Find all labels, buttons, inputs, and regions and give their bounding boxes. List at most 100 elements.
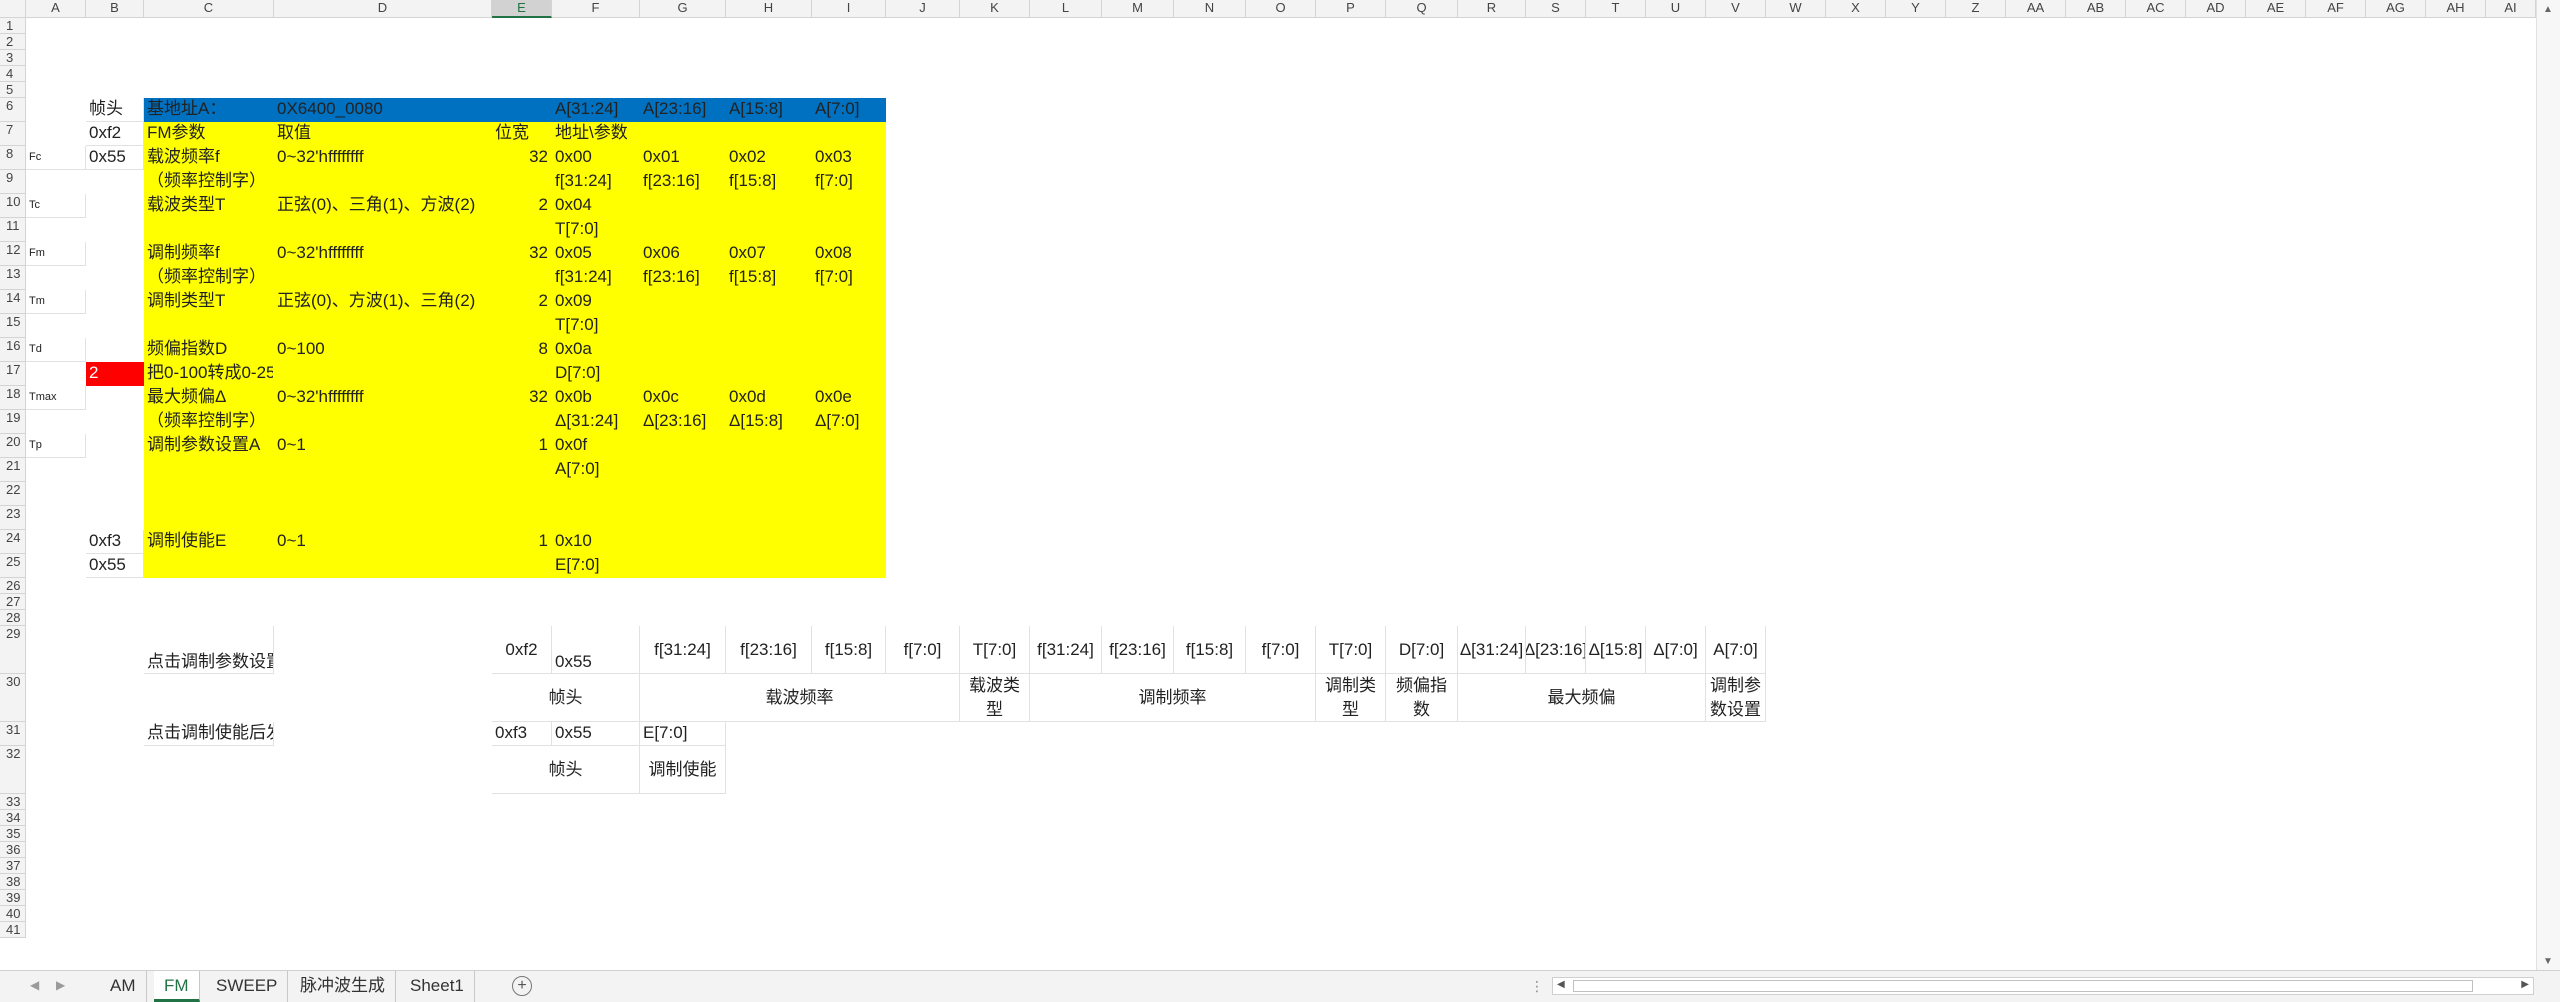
cell-e29[interactable]: 0xf2	[492, 626, 552, 674]
fill-cell[interactable]	[812, 482, 886, 506]
fill-cell[interactable]	[640, 290, 726, 314]
tab-split-handle-icon[interactable]: ⋮	[1530, 978, 1544, 995]
fill-cell[interactable]	[726, 434, 812, 458]
column-header-u[interactable]: U	[1646, 0, 1706, 18]
cell-f7[interactable]: 地址\参数	[552, 122, 640, 146]
cell-e24[interactable]: 1	[492, 530, 552, 554]
fill-cell[interactable]	[726, 506, 812, 530]
next-sheet-icon[interactable]: ▶	[56, 978, 65, 992]
cell-c13[interactable]: （频率控制字）	[144, 266, 274, 290]
cell-r29[interactable]: Δ[31:24]	[1458, 626, 1526, 674]
column-header-l[interactable]: L	[1030, 0, 1102, 18]
cell-l29[interactable]: f[31:24]	[1030, 626, 1102, 674]
cell-c18[interactable]: 最大频偏Δ	[144, 386, 274, 410]
fill-cell[interactable]	[812, 218, 886, 242]
column-header-x[interactable]: X	[1826, 0, 1886, 18]
row-header-21[interactable]: 21	[0, 458, 26, 482]
fill-cell[interactable]	[726, 458, 812, 482]
cell-f16[interactable]: 0x0a	[552, 338, 640, 362]
fill-cell[interactable]	[726, 314, 812, 338]
cell-d14[interactable]: 正弦(0)、方波(1)、三角(2)	[274, 290, 492, 314]
column-header-a[interactable]: A	[26, 0, 86, 18]
cell-c19[interactable]: （频率控制字）	[144, 410, 274, 434]
cell-e8[interactable]: 32	[492, 146, 552, 170]
row-header-37[interactable]: 37	[0, 858, 26, 874]
cell-a8[interactable]: Fc	[26, 146, 86, 170]
cell-b7[interactable]: 0xf2	[86, 122, 144, 146]
fill-cell[interactable]	[274, 410, 492, 434]
column-header-t[interactable]: T	[1586, 0, 1646, 18]
cell-c29[interactable]: 点击调制参数设置后发送	[144, 626, 274, 674]
cell-e10[interactable]: 2	[492, 194, 552, 218]
cell-e14[interactable]: 2	[492, 290, 552, 314]
fill-cell[interactable]	[640, 506, 726, 530]
column-header-o[interactable]: O	[1246, 0, 1316, 18]
column-header-s[interactable]: S	[1526, 0, 1586, 18]
row-header-24[interactable]: 24	[0, 530, 26, 554]
fill-cell[interactable]	[144, 458, 274, 482]
fill-cell[interactable]	[726, 122, 812, 146]
fill-cell[interactable]	[726, 338, 812, 362]
cell-p30[interactable]: 调制类型	[1316, 674, 1386, 722]
cell-g8[interactable]: 0x01	[640, 146, 726, 170]
row-header-15[interactable]: 15	[0, 314, 26, 338]
select-all-corner[interactable]	[0, 0, 26, 18]
cell-gj30[interactable]: 载波频率	[640, 674, 960, 722]
fill-cell[interactable]	[144, 506, 274, 530]
row-header-18[interactable]: 18	[0, 386, 26, 410]
fill-cell[interactable]	[492, 482, 552, 506]
row-header-33[interactable]: 33	[0, 794, 26, 810]
column-header-ad[interactable]: AD	[2186, 0, 2246, 18]
fill-cell[interactable]	[492, 410, 552, 434]
column-header-p[interactable]: P	[1316, 0, 1386, 18]
column-header-e[interactable]: E	[492, 0, 552, 18]
column-header-g[interactable]: G	[640, 0, 726, 18]
fill-cell[interactable]	[726, 482, 812, 506]
cell-c9[interactable]: （频率控制字）	[144, 170, 274, 194]
cell-c31[interactable]: 点击调制使能后发送	[144, 722, 274, 746]
column-header-y[interactable]: Y	[1886, 0, 1946, 18]
fill-cell[interactable]	[726, 218, 812, 242]
cell-f8[interactable]: 0x00	[552, 146, 640, 170]
fill-cell[interactable]	[726, 194, 812, 218]
row-header-31[interactable]: 31	[0, 722, 26, 746]
fill-cell[interactable]	[812, 338, 886, 362]
cell-g12[interactable]: 0x06	[640, 242, 726, 266]
cell-b6[interactable]: 帧头	[86, 98, 144, 122]
cell-p29[interactable]: T[7:0]	[1316, 626, 1386, 674]
row-header-14[interactable]: 14	[0, 290, 26, 314]
row-header-10[interactable]: 10	[0, 194, 26, 218]
cell-h29[interactable]: f[23:16]	[726, 626, 812, 674]
fill-cell[interactable]	[812, 122, 886, 146]
row-header-13[interactable]: 13	[0, 266, 26, 290]
cell-b25[interactable]: 0x55	[86, 554, 144, 578]
cell-d12[interactable]: 0~32'hffffffff	[274, 242, 492, 266]
fill-cell[interactable]	[492, 170, 552, 194]
cell-e12[interactable]: 32	[492, 242, 552, 266]
fill-cell[interactable]	[812, 290, 886, 314]
row-header-11[interactable]: 11	[0, 218, 26, 242]
cell-f24[interactable]: 0x10	[552, 530, 640, 554]
row-header-25[interactable]: 25	[0, 554, 26, 578]
row-header-28[interactable]: 28	[0, 610, 26, 626]
cell-f10[interactable]: 0x04	[552, 194, 640, 218]
row-header-9[interactable]: 9	[0, 170, 26, 194]
row-header-6[interactable]: 6	[0, 98, 26, 122]
cell-k29[interactable]: T[7:0]	[960, 626, 1030, 674]
fill-cell[interactable]	[640, 338, 726, 362]
fill-cell[interactable]	[812, 434, 886, 458]
fill-cell[interactable]	[274, 458, 492, 482]
cell-i9[interactable]: f[7:0]	[812, 170, 886, 194]
scroll-up-icon[interactable]: ▲	[2543, 4, 2553, 15]
fill-cell[interactable]	[492, 218, 552, 242]
row-header-26[interactable]: 26	[0, 578, 26, 594]
cell-n29[interactable]: f[15:8]	[1174, 626, 1246, 674]
row-header-32[interactable]: 32	[0, 746, 26, 794]
cell-d20[interactable]: 0~1	[274, 434, 492, 458]
fill-cell[interactable]	[274, 266, 492, 290]
cell-ef30[interactable]: 帧头	[492, 674, 640, 722]
fill-cell[interactable]	[812, 194, 886, 218]
cell-g18[interactable]: 0x0c	[640, 386, 726, 410]
cell-a10[interactable]: Tc	[26, 194, 86, 218]
column-header-m[interactable]: M	[1102, 0, 1174, 18]
